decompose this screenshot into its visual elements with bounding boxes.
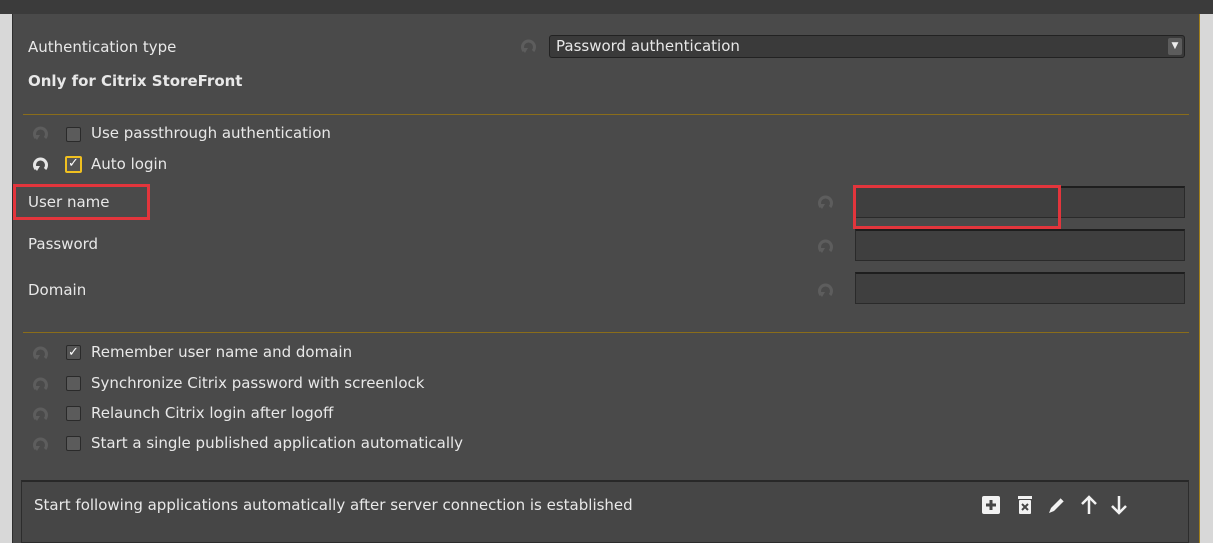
auto-login-checkbox[interactable]: ✓ <box>65 156 82 173</box>
storefront-note: Only for Citrix StoreFront <box>28 72 243 90</box>
reset-icon[interactable] <box>817 194 835 212</box>
window-top-bar <box>0 0 1213 14</box>
arrow-down-icon[interactable] <box>1108 494 1130 516</box>
citrix-settings-panel: Authentication type Password authenticat… <box>12 14 1200 543</box>
relaunch-login-checkbox[interactable] <box>66 406 81 421</box>
username-input-highlight <box>853 185 1061 229</box>
single-app-label: Start a single published application aut… <box>91 434 464 452</box>
passthrough-auth-checkbox[interactable] <box>66 127 81 142</box>
arrow-up-icon[interactable] <box>1078 494 1100 516</box>
passthrough-auth-label: Use passthrough authentication <box>91 124 331 142</box>
sync-password-checkbox[interactable] <box>66 376 81 391</box>
reset-icon-active[interactable] <box>32 156 50 174</box>
separator <box>23 114 1189 115</box>
password-label: Password <box>28 235 99 253</box>
relaunch-login-label: Relaunch Citrix login after logoff <box>91 404 334 422</box>
username-label-highlight <box>13 184 150 220</box>
auto-start-apps-list: Start following applications automatical… <box>21 480 1189 543</box>
delete-icon[interactable] <box>1014 494 1036 516</box>
reset-icon[interactable] <box>32 376 50 394</box>
add-icon[interactable] <box>980 494 1002 516</box>
separator <box>23 332 1189 333</box>
auto-login-label: Auto login <box>91 155 168 173</box>
reset-icon[interactable] <box>32 345 50 363</box>
domain-input[interactable] <box>855 272 1185 304</box>
authentication-type-value: Password authentication <box>556 37 740 55</box>
authentication-type-label: Authentication type <box>28 38 177 56</box>
auto-start-apps-header: Start following applications automatical… <box>34 496 633 514</box>
reset-icon[interactable] <box>817 238 835 256</box>
authentication-type-dropdown[interactable]: Password authentication ▼ <box>549 35 1185 58</box>
single-app-checkbox[interactable] <box>66 436 81 451</box>
password-input[interactable] <box>855 229 1185 261</box>
reset-icon[interactable] <box>817 282 835 300</box>
remember-username-label: Remember user name and domain <box>91 343 353 361</box>
remember-username-checkbox[interactable]: ✓ <box>66 345 81 360</box>
sync-password-label: Synchronize Citrix password with screenl… <box>91 374 425 392</box>
edit-icon[interactable] <box>1046 494 1068 516</box>
reset-icon[interactable] <box>32 125 50 143</box>
domain-label: Domain <box>28 281 87 299</box>
reset-icon[interactable] <box>32 436 50 454</box>
reset-icon[interactable] <box>32 406 50 424</box>
reset-icon[interactable] <box>520 38 538 56</box>
chevron-down-icon[interactable]: ▼ <box>1168 38 1182 55</box>
